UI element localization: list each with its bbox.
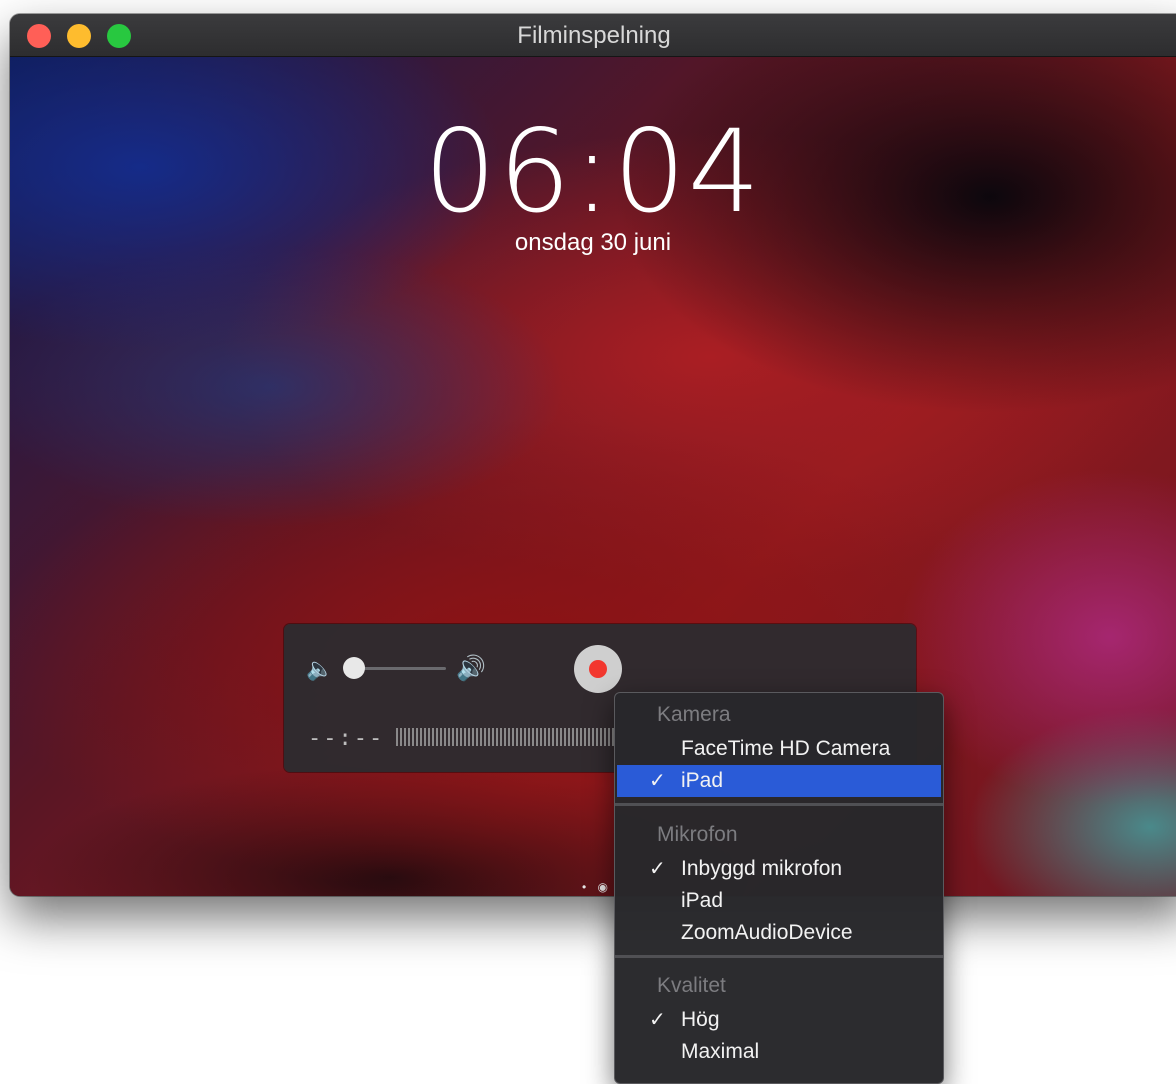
menu-item-label: ZoomAudioDevice xyxy=(681,921,853,944)
menu-section-header: Kamera xyxy=(657,703,731,726)
checkmark-icon: ✓ xyxy=(649,770,666,792)
menu-item[interactable]: ✓ Hög xyxy=(615,1004,943,1036)
window-title: Filminspelning xyxy=(517,22,671,49)
record-icon xyxy=(589,660,607,678)
checkmark-icon: ✓ xyxy=(649,1009,666,1031)
menu-item-label: iPad xyxy=(681,889,724,912)
menu-item[interactable]: ZoomAudioDevice xyxy=(615,917,943,949)
menu-item-label: Hög xyxy=(681,1008,720,1031)
menu-item[interactable]: iPad xyxy=(615,885,943,917)
menu-item-label: FaceTime HD Camera xyxy=(681,737,891,760)
volume-low-icon: 🔈 xyxy=(306,656,334,681)
menu-item[interactable]: FaceTime HD Camera xyxy=(615,733,943,765)
page-indicator: • ◉ xyxy=(582,880,613,894)
volume-slider-track[interactable] xyxy=(354,667,446,670)
audio-level-meter xyxy=(396,728,616,746)
menu-item[interactable]: Maximal xyxy=(615,1036,943,1068)
volume-high-icon: 🔊 xyxy=(456,655,486,682)
menu-separator xyxy=(615,955,943,958)
lock-screen-clock: 06:04 xyxy=(423,105,763,238)
options-dropdown-menu: Kamera FaceTime HD Camera ✓ iPad Mikrofon ✓ In… xyxy=(614,692,944,1084)
menu-item-label: Inbyggd mikrofon xyxy=(681,857,843,880)
menu-item-label: iPad xyxy=(681,769,724,792)
recording-time: --:-- xyxy=(308,726,385,751)
menu-section-header: Mikrofon xyxy=(657,823,738,846)
menu-item[interactable]: ✓ Inbyggd mikrofon xyxy=(615,853,943,885)
menu-section-header: Kvalitet xyxy=(657,974,726,997)
title-bar[interactable]: Filminspelning xyxy=(10,14,1176,57)
menu-separator xyxy=(615,803,943,806)
checkmark-icon: ✓ xyxy=(649,858,666,880)
record-button[interactable] xyxy=(574,645,622,693)
volume-slider-knob[interactable] xyxy=(343,657,365,679)
menu-item[interactable]: ✓ iPad xyxy=(617,765,941,797)
lock-screen-date: onsdag 30 juni xyxy=(514,229,672,256)
menu-item-label: Maximal xyxy=(681,1040,760,1063)
